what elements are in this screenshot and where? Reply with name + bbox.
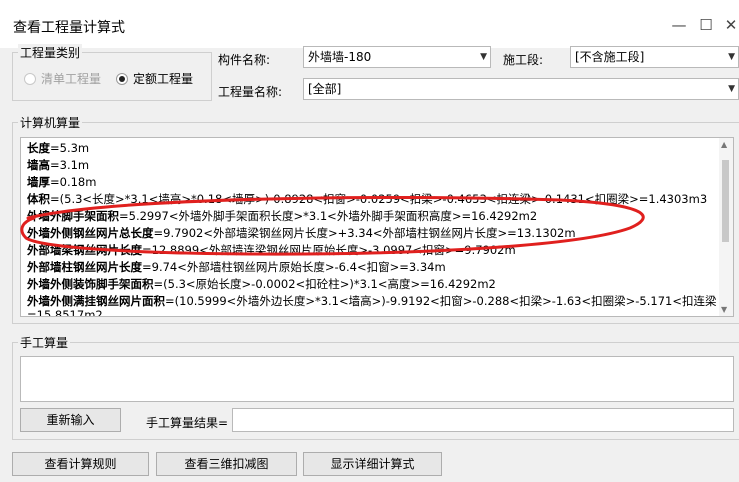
title-bar: 查看工程量计算式 — ☐ ✕ xyxy=(0,0,739,48)
calc-line: =15.8517m2 xyxy=(27,308,103,317)
quantity-name-value: [全部] xyxy=(308,82,342,96)
radio-selected-icon xyxy=(116,72,128,85)
manual-label: 手工算量 xyxy=(18,334,71,351)
manual-result-label: 手工算量结果= xyxy=(146,416,229,430)
scroll-thumb[interactable] xyxy=(722,160,729,242)
section-select[interactable]: [不含施工段] ▼ xyxy=(570,46,739,68)
radio-icon xyxy=(24,72,36,85)
close-icon[interactable]: ✕ xyxy=(720,14,739,36)
quantity-name-select[interactable]: [全部] ▼ xyxy=(303,78,739,100)
show-detail-button[interactable]: 显示详细计算式 xyxy=(303,452,442,476)
calc-line: 外墙外脚手架面积=5.2997<外墙外脚手架面积长度>*3.1<外墙外脚手架面积… xyxy=(27,209,538,223)
manual-result-input[interactable] xyxy=(232,408,734,432)
window-title: 查看工程量计算式 xyxy=(13,20,125,36)
calc-line: 外墙外侧钢丝网片总长度=9.7902<外部墙梁钢丝网片长度>+3.34<外部墙柱… xyxy=(27,226,576,240)
section-label: 施工段: xyxy=(503,53,544,67)
component-select[interactable]: 外墙墙-180 ▼ xyxy=(303,46,491,68)
quantity-name-label: 工程量名称: xyxy=(218,85,283,99)
calc-line: 体积=(5.3<长度>*3.1<墙高>*0.18<墙厚>)-0.8928<扣窗>… xyxy=(27,192,708,206)
minimize-icon[interactable]: — xyxy=(668,14,690,36)
section-value: [不含施工段] xyxy=(575,50,645,64)
calc-text-area[interactable]: 长度=5.3m 墙高=3.1m 墙厚=0.18m 体积=(5.3<长度>*3.1… xyxy=(20,137,734,317)
chevron-down-icon: ▼ xyxy=(728,84,735,94)
scroll-up-icon[interactable]: ▲ xyxy=(721,140,727,149)
calc-line: 长度=5.3m xyxy=(27,141,90,155)
reenter-button[interactable]: 重新输入 xyxy=(20,408,121,432)
radio-quota-quantity[interactable]: 定额工程量 xyxy=(116,70,193,87)
calc-line: 外部墙柱钢丝网片长度=9.74<外部墙柱钢丝网片原始长度>-6.4<扣窗>=3.… xyxy=(27,260,446,274)
calc-label: 计算机算量 xyxy=(18,114,83,131)
chevron-down-icon: ▼ xyxy=(480,52,487,62)
radio-quota-quantity-label: 定额工程量 xyxy=(133,72,194,86)
component-value: 外墙墙-180 xyxy=(308,50,372,64)
category-label: 工程量类别 xyxy=(18,44,83,61)
view-rules-button[interactable]: 查看计算规则 xyxy=(12,452,149,476)
maximize-icon[interactable]: ☐ xyxy=(695,14,717,36)
dialog-body: 工程量类别 清单工程量 定额工程量 构件名称: 外墙墙-180 ▼ 施工段: [… xyxy=(0,44,739,482)
calc-line: 外部墙梁钢丝网片长度=12.8899<外部墙连梁钢丝网片原始长度>-3.0997… xyxy=(27,243,516,257)
calc-line: 外墙外侧满挂钢丝网片面积=(10.5999<外墙外边长度>*3.1<墙高>)-9… xyxy=(27,294,717,308)
calc-line: 墙厚=0.18m xyxy=(27,175,97,189)
radio-bill-quantity[interactable]: 清单工程量 xyxy=(24,70,101,87)
chevron-down-icon: ▼ xyxy=(728,52,735,62)
radio-bill-quantity-label: 清单工程量 xyxy=(41,72,102,86)
scroll-down-icon[interactable]: ▼ xyxy=(721,305,727,314)
calc-line: 外墙外侧装饰脚手架面积=(5.3<原始长度>-0.0002<扣砼柱>)*3.1<… xyxy=(27,277,496,291)
view-3d-button[interactable]: 查看三维扣减图 xyxy=(156,452,297,476)
component-label: 构件名称: xyxy=(218,53,271,67)
manual-input-area[interactable] xyxy=(20,356,734,402)
calc-scrollbar[interactable]: ▲ ▼ xyxy=(719,138,733,316)
calc-line: 墙高=3.1m xyxy=(27,158,90,172)
